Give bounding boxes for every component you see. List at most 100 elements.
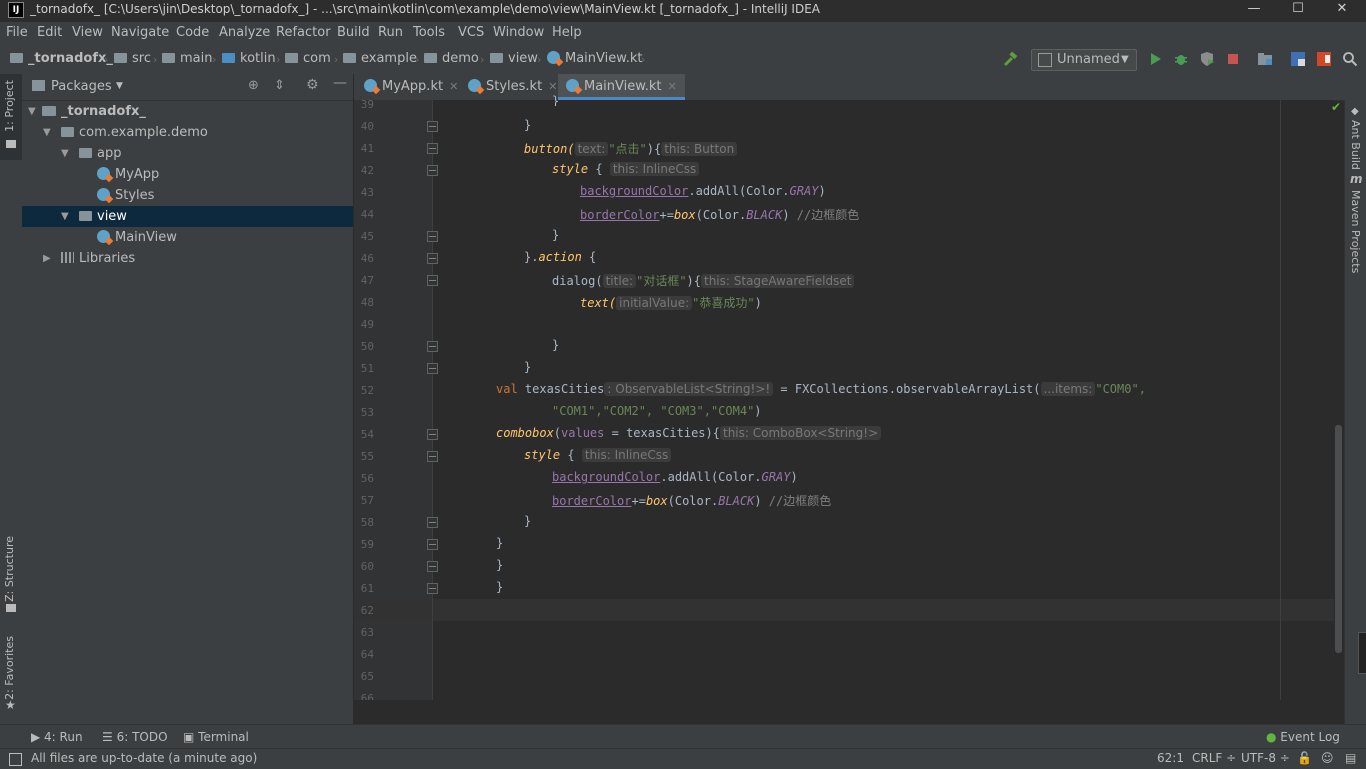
notifications-icon[interactable]: ▤: [1345, 751, 1356, 765]
chevron-down-icon[interactable]: ▼: [61, 211, 69, 222]
menu-build[interactable]: Build: [337, 25, 370, 40]
target-icon[interactable]: ⊕: [248, 78, 259, 93]
config-icon: [1038, 53, 1052, 67]
tree-item-styles[interactable]: Styles: [97, 185, 154, 206]
line-separator[interactable]: CRLF ÷: [1192, 751, 1236, 765]
breadcrumb-src[interactable]: src: [114, 51, 151, 66]
menu-run[interactable]: Run: [378, 25, 403, 40]
chevron-down-icon[interactable]: ▼: [28, 106, 36, 117]
lock-icon[interactable]: 🔓: [1297, 751, 1312, 765]
hide-panel-icon[interactable]: —: [333, 75, 347, 91]
menu-window[interactable]: Window: [493, 25, 544, 40]
structure-tool-tab[interactable]: Z: Structure: [3, 536, 16, 602]
fold-marker-icon[interactable]: [427, 121, 438, 132]
build-hammer-icon[interactable]: [1002, 51, 1018, 67]
tool-windows-icon[interactable]: [9, 753, 22, 766]
fold-marker-icon[interactable]: [427, 165, 438, 176]
breadcrumb-example[interactable]: example: [343, 51, 417, 66]
fold-marker-icon[interactable]: [427, 275, 438, 286]
breadcrumb-main[interactable]: main: [162, 51, 212, 66]
translate-icon[interactable]: [1290, 51, 1306, 67]
tree-item-libraries[interactable]: Libraries: [61, 248, 135, 269]
fold-marker-icon[interactable]: [427, 583, 438, 594]
fold-marker-icon[interactable]: [427, 451, 438, 462]
tree-item-view[interactable]: view: [79, 206, 127, 227]
terminal-tool-tab[interactable]: ▣ Terminal: [183, 730, 249, 744]
close-icon[interactable]: ✕: [449, 80, 458, 93]
stop-icon[interactable]: [1225, 51, 1241, 67]
code-line-51: }: [524, 360, 532, 374]
run-with-coverage-icon[interactable]: [1199, 51, 1215, 67]
ant-build-tool-tab[interactable]: Ant Build: [1349, 120, 1362, 170]
breadcrumb-view[interactable]: view: [490, 51, 538, 66]
view-mode-select[interactable]: Packages: [51, 79, 112, 94]
close-icon[interactable]: ✕: [548, 80, 557, 93]
chevron-down-icon[interactable]: ▼: [61, 148, 69, 159]
breadcrumb-project[interactable]: _tornadofx_: [10, 51, 113, 66]
breadcrumb-kotlin[interactable]: kotlin: [222, 51, 276, 66]
tree-item-com-example-demo[interactable]: com.example.demo: [61, 122, 208, 143]
caret-position[interactable]: 62:1: [1157, 751, 1184, 765]
close-button[interactable]: ✕: [1320, 0, 1364, 20]
menu-analyze[interactable]: Analyze: [219, 25, 270, 40]
close-icon[interactable]: ✕: [667, 80, 676, 93]
maximize-button[interactable]: ☐: [1276, 0, 1320, 20]
tree-item-label: _tornadofx_: [61, 104, 146, 119]
code-line-42: style { this: InlineCss: [552, 162, 700, 176]
collapse-all-icon[interactable]: ⇕: [274, 78, 285, 93]
fold-marker-icon[interactable]: [427, 429, 438, 440]
fold-marker-icon[interactable]: [427, 539, 438, 550]
gear-icon[interactable]: ⚙: [306, 77, 319, 93]
menu-help[interactable]: Help: [552, 25, 582, 40]
tab-myapp[interactable]: MyApp.kt ✕: [356, 74, 466, 100]
tree-item-app[interactable]: app: [79, 143, 121, 164]
fold-marker-icon[interactable]: [427, 561, 438, 572]
tree-item-mainview[interactable]: MainView: [97, 227, 177, 248]
menu-code[interactable]: Code: [176, 25, 209, 40]
panel-resize-handle[interactable]: [1358, 632, 1366, 674]
fold-marker-icon[interactable]: [427, 341, 438, 352]
office-plugin-icon[interactable]: [1316, 51, 1332, 67]
line-number: 59: [360, 538, 374, 551]
project-tool-tab[interactable]: 1: Project: [3, 80, 16, 132]
breadcrumb-com[interactable]: com: [285, 51, 331, 66]
menu-refactor[interactable]: Refactor: [276, 25, 331, 40]
menu-tools[interactable]: Tools: [413, 25, 445, 40]
fold-marker-icon[interactable]: [427, 517, 438, 528]
project-structure-icon[interactable]: [1257, 51, 1273, 67]
maven-icon: m: [1350, 172, 1363, 186]
search-icon[interactable]: [1342, 51, 1358, 67]
fold-marker-icon[interactable]: [427, 253, 438, 264]
run-tool-tab[interactable]: ▶ 4: Run: [31, 730, 83, 744]
menu-view[interactable]: View: [72, 25, 103, 40]
chevron-down-icon[interactable]: ▼: [116, 81, 123, 91]
tree-item-myapp[interactable]: MyApp: [97, 164, 159, 185]
debug-icon[interactable]: [1173, 51, 1189, 67]
line-number: 47: [360, 274, 374, 287]
maven-projects-tool-tab[interactable]: Maven Projects: [1349, 190, 1362, 273]
run-icon[interactable]: [1147, 51, 1163, 67]
favorites-tool-tab[interactable]: 2: Favorites: [3, 636, 16, 700]
editor-scrollbar[interactable]: [1335, 425, 1342, 653]
tab-mainview[interactable]: MainView.kt ✕: [558, 74, 685, 100]
breadcrumb-demo[interactable]: demo: [424, 51, 479, 66]
hector-icon[interactable]: ☺: [1321, 751, 1334, 765]
breadcrumb-file[interactable]: MainView.kt: [547, 51, 642, 66]
chevron-down-icon[interactable]: ▼: [43, 127, 51, 138]
fold-marker-icon[interactable]: [427, 231, 438, 242]
file-encoding[interactable]: UTF-8 ÷: [1241, 751, 1290, 765]
minimize-button[interactable]: —: [1232, 0, 1276, 20]
fold-marker-icon[interactable]: [427, 143, 438, 154]
menu-vcs[interactable]: VCS: [458, 25, 484, 40]
todo-tool-tab[interactable]: ☰ 6: TODO: [102, 730, 168, 744]
tab-styles[interactable]: Styles.kt ✕: [460, 74, 565, 100]
menu-file[interactable]: File: [6, 25, 28, 40]
tree-item-project[interactable]: _tornadofx_: [42, 101, 146, 122]
folder-icon: [114, 53, 127, 63]
fold-marker-icon[interactable]: [427, 363, 438, 374]
chevron-right-icon[interactable]: ▶: [43, 253, 51, 264]
menu-navigate[interactable]: Navigate: [111, 25, 169, 40]
event-log-tool-tab[interactable]: ● Event Log: [1266, 730, 1340, 744]
run-config-select[interactable]: Unnamed ▼: [1031, 49, 1137, 71]
menu-edit[interactable]: Edit: [37, 25, 62, 40]
